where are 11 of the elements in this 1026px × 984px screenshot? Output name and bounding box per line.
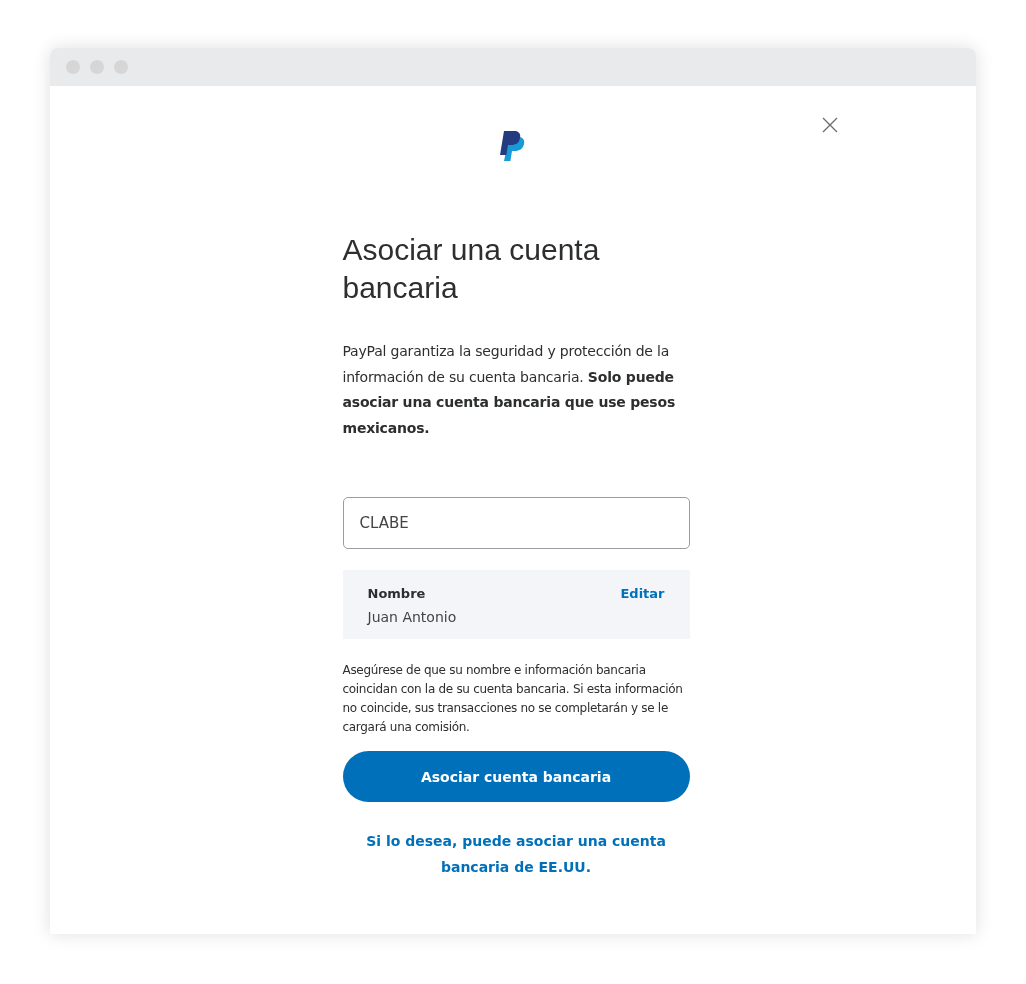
intro-paragraph: PayPal garantiza la seguridad y protección de la información de su cuenta bancaria. Solo puede asociar una cuenta bancaria que use pesos mexicanos. bbox=[342, 342, 677, 438]
clabe-field[interactable]: CLABE bbox=[342, 497, 690, 549]
name-value: Juan Antonio bbox=[367, 609, 458, 625]
close-button[interactable] bbox=[822, 117, 838, 133]
edit-link[interactable]: Editar bbox=[620, 586, 665, 601]
name-label: Nombre bbox=[367, 586, 426, 601]
us-bank-link[interactable]: Si lo desea, puede asociar una cuenta bancaria de EE.UU. bbox=[342, 828, 690, 880]
link-bank-button[interactable]: Asociar cuenta bancaria bbox=[342, 751, 690, 802]
notice-paragraph: Asegúrese de que su nombre e información bancaria coincidan con la de su cuenta bancaria. Si esta información no coincide, sus transacciones no se completarán y se le cargará una comisión. bbox=[342, 662, 684, 736]
dialog-heading: Asociar una cuenta bancaria bbox=[342, 232, 601, 306]
logo-icon bbox=[500, 131, 526, 162]
